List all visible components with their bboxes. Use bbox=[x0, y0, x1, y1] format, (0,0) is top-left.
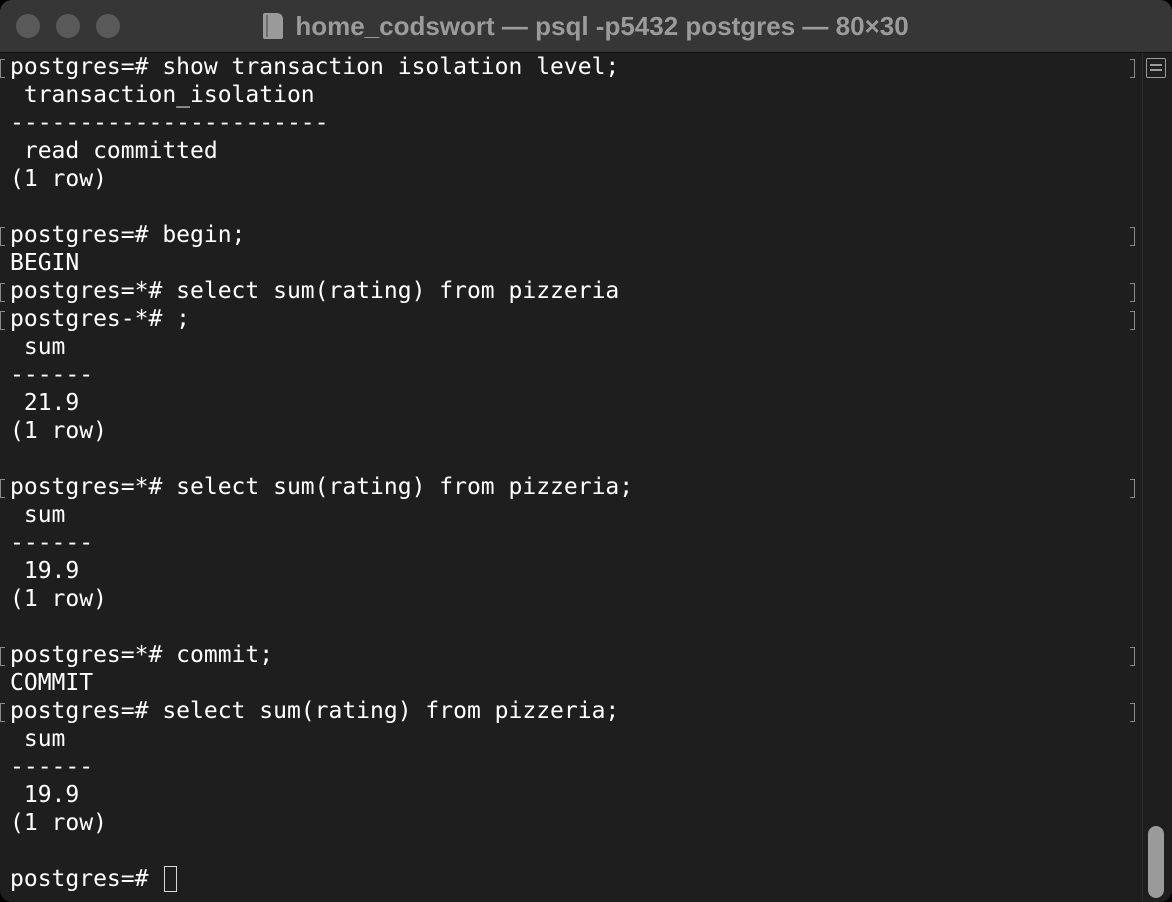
mark-bracket-left-icon bbox=[0, 647, 5, 666]
terminal-line: sum bbox=[0, 725, 1140, 753]
terminal-line-text: ------ bbox=[10, 530, 94, 556]
terminal-line: (1 row) bbox=[0, 417, 1140, 445]
title-group: home_codswort — psql -p5432 postgres — 8… bbox=[0, 8, 1172, 44]
terminal-line: ------ bbox=[0, 529, 1140, 557]
scrollbar-thumb[interactable] bbox=[1148, 826, 1164, 898]
mark-bracket-left-icon bbox=[0, 479, 5, 498]
terminal-line-text: 21.9 bbox=[10, 390, 80, 416]
terminal-line: ----------------------- bbox=[0, 109, 1140, 137]
terminal-line-text: COMMIT bbox=[10, 670, 94, 696]
terminal-line: postgres=*# select sum(rating) from pizz… bbox=[0, 473, 1140, 501]
terminal-line: read committed bbox=[0, 137, 1140, 165]
terminal-line: postgres=*# commit; bbox=[0, 641, 1140, 669]
terminal-line-text: postgres=# show transaction isolation le… bbox=[10, 54, 620, 80]
text-cursor[interactable] bbox=[164, 866, 178, 892]
terminal-line: COMMIT bbox=[0, 669, 1140, 697]
terminal-line-text: ------ bbox=[10, 754, 94, 780]
window-title: home_codswort — psql -p5432 postgres — 8… bbox=[295, 10, 909, 41]
terminal-line-text: 19.9 bbox=[10, 558, 80, 584]
vertical-scrollbar[interactable] bbox=[1142, 53, 1172, 902]
terminal-line: ------ bbox=[0, 361, 1140, 389]
terminal-line: sum bbox=[0, 501, 1140, 529]
mark-bracket-right-icon bbox=[1130, 703, 1135, 722]
terminal-line-text: (1 row) bbox=[10, 418, 107, 444]
terminal-line: postgres=*# select sum(rating) from pizz… bbox=[0, 277, 1140, 305]
terminal-line: ------ bbox=[0, 753, 1140, 781]
split-pane-icon[interactable] bbox=[1146, 58, 1166, 78]
mark-bracket-left-icon bbox=[0, 703, 5, 722]
terminal-line-text: transaction_isolation bbox=[10, 82, 315, 108]
mark-bracket-left-icon bbox=[0, 59, 5, 78]
terminal-line: 21.9 bbox=[0, 389, 1140, 417]
title-bar[interactable]: home_codswort — psql -p5432 postgres — 8… bbox=[0, 0, 1172, 53]
terminal-line-text: BEGIN bbox=[10, 250, 80, 276]
terminal-line: 19.9 bbox=[0, 781, 1140, 809]
terminal-line: (1 row) bbox=[0, 809, 1140, 837]
terminal-line-text: sum bbox=[10, 502, 66, 528]
terminal-window: home_codswort — psql -p5432 postgres — 8… bbox=[0, 0, 1172, 902]
mark-bracket-left-icon bbox=[0, 227, 5, 246]
terminal-line-text: postgres=# select sum(rating) from pizze… bbox=[10, 698, 620, 724]
prompt-text: postgres=# bbox=[10, 866, 163, 892]
terminal-line-text: ------ bbox=[10, 362, 94, 388]
terminal-line: postgres-*# ; bbox=[0, 305, 1140, 333]
terminal-line-text: read committed bbox=[10, 138, 218, 164]
terminal-line-text: postgres=*# commit; bbox=[10, 642, 274, 668]
terminal-line-text: (1 row) bbox=[10, 586, 107, 612]
terminal-line: postgres=# begin; bbox=[0, 221, 1140, 249]
terminal-line-text: (1 row) bbox=[10, 166, 107, 192]
terminal-line: 19.9 bbox=[0, 557, 1140, 585]
terminal-line-text: postgres=*# select sum(rating) from pizz… bbox=[10, 474, 634, 500]
terminal-line: postgres=# show transaction isolation le… bbox=[0, 53, 1140, 81]
mark-bracket-left-icon bbox=[0, 283, 5, 302]
mark-bracket-left-icon bbox=[0, 311, 5, 330]
terminal-line-text: sum bbox=[10, 334, 66, 360]
terminal-line-text: postgres=*# select sum(rating) from pizz… bbox=[10, 278, 620, 304]
terminal-line: (1 row) bbox=[0, 165, 1140, 193]
mark-bracket-right-icon bbox=[1130, 59, 1135, 78]
terminal-output[interactable]: postgres=# show transaction isolation le… bbox=[0, 53, 1140, 902]
terminal-line: postgres=# select sum(rating) from pizze… bbox=[0, 697, 1140, 725]
terminal-line: BEGIN bbox=[0, 249, 1140, 277]
terminal-line: transaction_isolation bbox=[0, 81, 1140, 109]
mark-bracket-right-icon bbox=[1130, 311, 1135, 330]
prompt-line[interactable]: postgres=# bbox=[0, 865, 1140, 893]
mark-bracket-right-icon bbox=[1130, 479, 1135, 498]
terminal-document-icon bbox=[263, 13, 284, 39]
terminal-line-text: 19.9 bbox=[10, 782, 80, 808]
terminal-line-text: ----------------------- bbox=[10, 110, 329, 136]
terminal-line-text: postgres-*# ; bbox=[10, 306, 191, 332]
mark-bracket-right-icon bbox=[1130, 647, 1135, 666]
terminal-line-text: postgres=# begin; bbox=[10, 222, 246, 248]
terminal-line-text: (1 row) bbox=[10, 810, 107, 836]
mark-bracket-right-icon bbox=[1130, 227, 1135, 246]
mark-bracket-right-icon bbox=[1130, 283, 1135, 302]
terminal-line: (1 row) bbox=[0, 585, 1140, 613]
terminal-line: sum bbox=[0, 333, 1140, 361]
terminal-line-text: sum bbox=[10, 726, 66, 752]
